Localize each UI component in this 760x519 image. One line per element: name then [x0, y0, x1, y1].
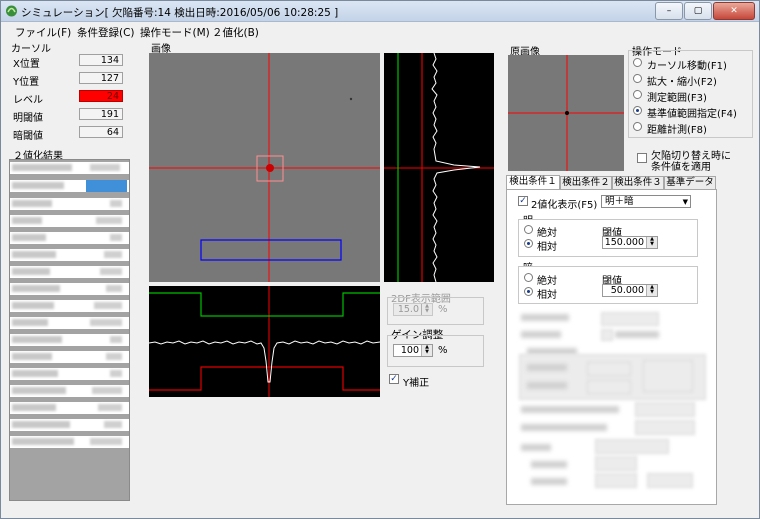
- tab-condition-3[interactable]: 検出条件３: [612, 176, 664, 189]
- tab-condition-2[interactable]: 検出条件２: [560, 176, 612, 189]
- dark-threshold-value: 64: [79, 126, 123, 138]
- list-item[interactable]: [10, 249, 129, 261]
- vertical-profile: [384, 53, 494, 282]
- level-label: レベル: [13, 95, 43, 106]
- list-item[interactable]: [10, 162, 129, 174]
- x-position-label: X位置: [13, 59, 40, 70]
- binary-display-label: 2値化表示(F5): [531, 200, 598, 211]
- bright-threshold-input[interactable]: 150.000 ▲ ▼: [602, 236, 658, 249]
- list-item[interactable]: [10, 232, 129, 244]
- y-position-value: 127: [79, 72, 123, 84]
- profile-h-bright-threshold: [149, 292, 380, 317]
- profile-h-dark-threshold: [149, 366, 380, 391]
- list-item[interactable]: [10, 334, 129, 346]
- list-item[interactable]: [10, 283, 129, 295]
- menu-file[interactable]: ファイル(F): [15, 25, 71, 40]
- bright-relative-label: 相対: [537, 242, 557, 253]
- window-title: シミュレーション[ 欠陥番号:14 検出日時:2016/05/06 10:28:…: [21, 7, 339, 19]
- mode-reference-radio[interactable]: [633, 106, 642, 115]
- mode-distance-label: 距離計測(F8): [647, 125, 707, 136]
- detect-mode-select[interactable]: 明＋暗 ▼: [601, 195, 691, 208]
- mode-distance-radio[interactable]: [633, 122, 642, 131]
- app-icon: [6, 5, 17, 17]
- y-correction-checkbox[interactable]: ✓: [389, 374, 399, 384]
- binary-display-checkbox[interactable]: ✓: [518, 196, 528, 206]
- mode-measure-label: 測定範囲(F3): [647, 93, 707, 104]
- y-correction-label: Y補正: [403, 378, 430, 389]
- minimize-button[interactable]: –: [655, 2, 683, 20]
- bright-threshold-value: 191: [79, 108, 123, 120]
- gain-input[interactable]: 100 ▲ ▼: [393, 344, 433, 357]
- list-item[interactable]: [10, 368, 129, 380]
- defect-switch-checkbox[interactable]: [637, 153, 647, 163]
- mode-cursor-label: カーソル移動(F1): [647, 61, 727, 72]
- dark-threshold-label: 暗閾値: [13, 131, 43, 142]
- original-image: [508, 55, 624, 171]
- condition-tab-panel: ✓ 2値化表示(F5) 明＋暗▼ 明 絶対 閾値 相対 150.000▲▼ 暗 …: [506, 189, 717, 505]
- tab-reference-data[interactable]: 基準データ: [664, 176, 716, 189]
- dark-absolute-radio[interactable]: [524, 273, 533, 282]
- tab-condition-1[interactable]: 検出条件１: [506, 175, 560, 190]
- menu-bar: ファイル(F) 条件登録(C) 操作モード(M) ２値化(B): [1, 22, 759, 40]
- list-item[interactable]: [10, 436, 129, 448]
- mode-measure-radio[interactable]: [633, 90, 642, 99]
- chevron-down-icon: ▼: [682, 198, 688, 206]
- bright-absolute-label: 絶対: [537, 228, 557, 239]
- defect-marker: [266, 164, 274, 172]
- list-item[interactable]: [10, 351, 129, 363]
- gain-spinner[interactable]: ▲ ▼: [421, 345, 432, 356]
- binarize-results-list[interactable]: [9, 159, 130, 501]
- horizontal-profile: [149, 286, 380, 397]
- list-item[interactable]: [10, 180, 129, 192]
- y-position-label: Y位置: [13, 77, 40, 88]
- bright-threshold-spinner[interactable]: ▲ ▼: [646, 237, 657, 248]
- dark-relative-label: 相対: [537, 290, 557, 301]
- bright-threshold-label: 明閾値: [13, 113, 43, 124]
- mode-reference-label: 基準値範囲指定(F4): [647, 109, 737, 120]
- dark-threshold-spinner[interactable]: ▲ ▼: [646, 285, 657, 296]
- bright-relative-radio[interactable]: [524, 239, 533, 248]
- menu-binarize[interactable]: ２値化(B): [212, 25, 259, 40]
- list-item[interactable]: [10, 385, 129, 397]
- inspection-image[interactable]: [149, 53, 380, 282]
- menu-operation-mode[interactable]: 操作モード(M): [140, 25, 210, 40]
- defect-switch-label-2: 条件値を適用: [651, 162, 711, 173]
- zoom-input: 15.0 ▲ ▼: [393, 303, 433, 316]
- defect-spot: [349, 97, 353, 101]
- x-position-value: 134: [79, 54, 123, 66]
- level-value: 24: [79, 90, 123, 102]
- close-button[interactable]: ✕: [713, 2, 755, 20]
- list-item[interactable]: [10, 317, 129, 329]
- list-item[interactable]: [10, 266, 129, 278]
- cursor-group-label: カーソル: [11, 44, 51, 55]
- title-bar: シミュレーション[ 欠陥番号:14 検出日時:2016/05/06 10:28:…: [1, 1, 759, 22]
- mode-zoom-label: 拡大・縮小(F2): [647, 77, 717, 88]
- list-item[interactable]: [10, 198, 129, 210]
- mode-cursor-radio[interactable]: [633, 58, 642, 67]
- list-item[interactable]: [10, 300, 129, 312]
- menu-condition[interactable]: 条件登録(C): [77, 25, 135, 40]
- gain-unit: %: [438, 345, 448, 356]
- dark-threshold-input[interactable]: 50.000 ▲ ▼: [602, 284, 658, 297]
- main-window: シミュレーション[ 欠陥番号:14 検出日時:2016/05/06 10:28:…: [0, 0, 760, 519]
- profile-h-trace: [149, 340, 380, 383]
- bright-absolute-radio[interactable]: [524, 225, 533, 234]
- mode-zoom-radio[interactable]: [633, 74, 642, 83]
- measurement-roi[interactable]: [200, 239, 342, 261]
- zoom-spinner: ▲ ▼: [421, 304, 432, 315]
- zoom-unit: %: [438, 304, 448, 315]
- maximize-button[interactable]: ▢: [684, 2, 712, 20]
- image-overlay: [149, 53, 380, 282]
- dark-absolute-label: 絶対: [537, 276, 557, 287]
- list-item[interactable]: [10, 215, 129, 227]
- dark-relative-radio[interactable]: [524, 287, 533, 296]
- list-item[interactable]: [10, 419, 129, 431]
- original-defect-dot: [565, 111, 569, 115]
- list-item[interactable]: [10, 402, 129, 414]
